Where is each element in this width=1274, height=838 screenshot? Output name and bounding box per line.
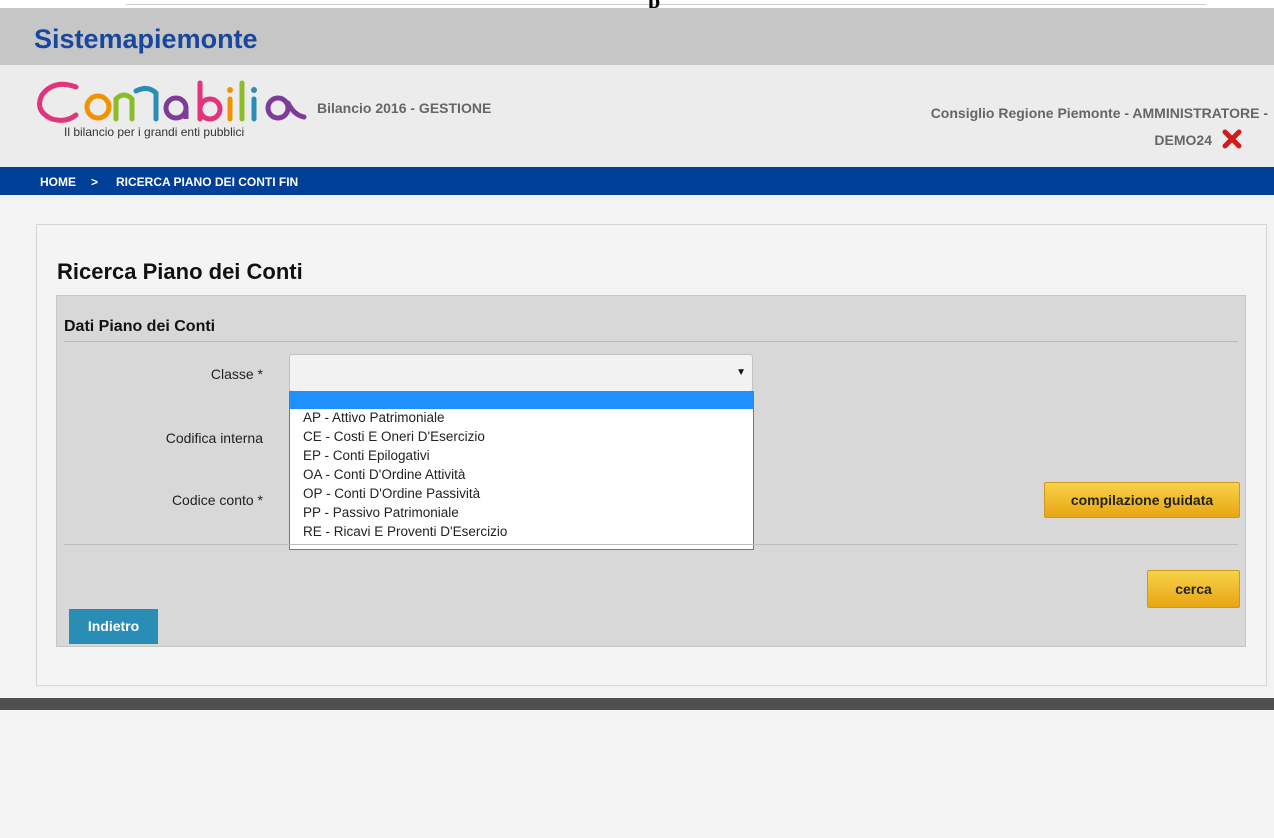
divider xyxy=(64,544,1238,545)
dropdown-option-re[interactable]: RE - Ricavi E Proventi D'Esercizio xyxy=(290,523,753,542)
dropdown-option-ce[interactable]: CE - Costi E Oneri D'Esercizio xyxy=(290,428,753,447)
browser-top-strip: p xyxy=(0,0,1274,13)
app-header: Il bilancio per i grandi enti pubblici B… xyxy=(0,65,1274,167)
breadcrumb-home[interactable]: HOME xyxy=(40,175,76,189)
cerca-button[interactable]: cerca xyxy=(1147,570,1240,608)
chevron-down-icon[interactable]: ▼ xyxy=(736,367,746,378)
compilazione-guidata-button[interactable]: compilazione guidata xyxy=(1044,482,1240,518)
close-x-icon[interactable] xyxy=(1222,129,1242,149)
breadcrumb-separator: > xyxy=(91,175,99,189)
logo-tagline: Il bilancio per i grandi enti pubblici xyxy=(64,125,245,139)
form-section: Dati Piano dei Conti Classe * ▼ AP - Att… xyxy=(56,295,1246,647)
section-title: Dati Piano dei Conti xyxy=(64,318,216,335)
dropdown-option-blank[interactable] xyxy=(290,391,753,409)
dropdown-option-oa[interactable]: OA - Conti D'Ordine Attività xyxy=(290,466,753,485)
dropdown-option-pp[interactable]: PP - Passivo Patrimoniale xyxy=(290,504,753,523)
classe-dropdown-list[interactable]: AP - Attivo Patrimoniale CE - Costi E On… xyxy=(289,391,754,550)
user-info: Consiglio Regione Piemonte - AMMINISTRAT… xyxy=(868,100,1268,154)
bilancio-label: Bilancio 2016 - GESTIONE xyxy=(317,100,492,116)
classe-select[interactable]: ▼ xyxy=(289,354,753,392)
codifica-label: Codifica interna xyxy=(165,430,263,446)
breadcrumb-current: RICERCA PIANO DEI CONTI FIN xyxy=(116,175,299,189)
indietro-button[interactable]: Indietro xyxy=(69,609,158,644)
brand-title[interactable]: Sistemapiemonte xyxy=(34,24,258,55)
brand-bar: Sistemapiemonte xyxy=(0,8,1274,65)
search-panel: Ricerca Piano dei Conti Dati Piano dei C… xyxy=(36,224,1267,686)
dropdown-option-ep[interactable]: EP - Conti Epilogativi xyxy=(290,447,753,466)
classe-label: Classe * xyxy=(210,366,263,382)
user-line-2: DEMO24 xyxy=(1154,132,1212,148)
breadcrumb: HOME > RICERCA PIANO DEI CONTI FIN xyxy=(0,167,1274,195)
codice-label: Codice conto * xyxy=(171,492,263,508)
page-title: Ricerca Piano dei Conti xyxy=(57,259,303,284)
user-line-1: Consiglio Regione Piemonte - AMMINISTRAT… xyxy=(930,105,1268,121)
footer-bar xyxy=(0,698,1274,710)
contabilia-logo[interactable]: Il bilancio per i grandi enti pubblici xyxy=(32,77,308,139)
divider xyxy=(64,341,1238,342)
top-frame xyxy=(126,0,1206,5)
logo-wordmark xyxy=(37,80,307,123)
dropdown-option-op[interactable]: OP - Conti D'Ordine Passività xyxy=(290,485,753,504)
dropdown-option-ap[interactable]: AP - Attivo Patrimoniale xyxy=(290,409,753,428)
